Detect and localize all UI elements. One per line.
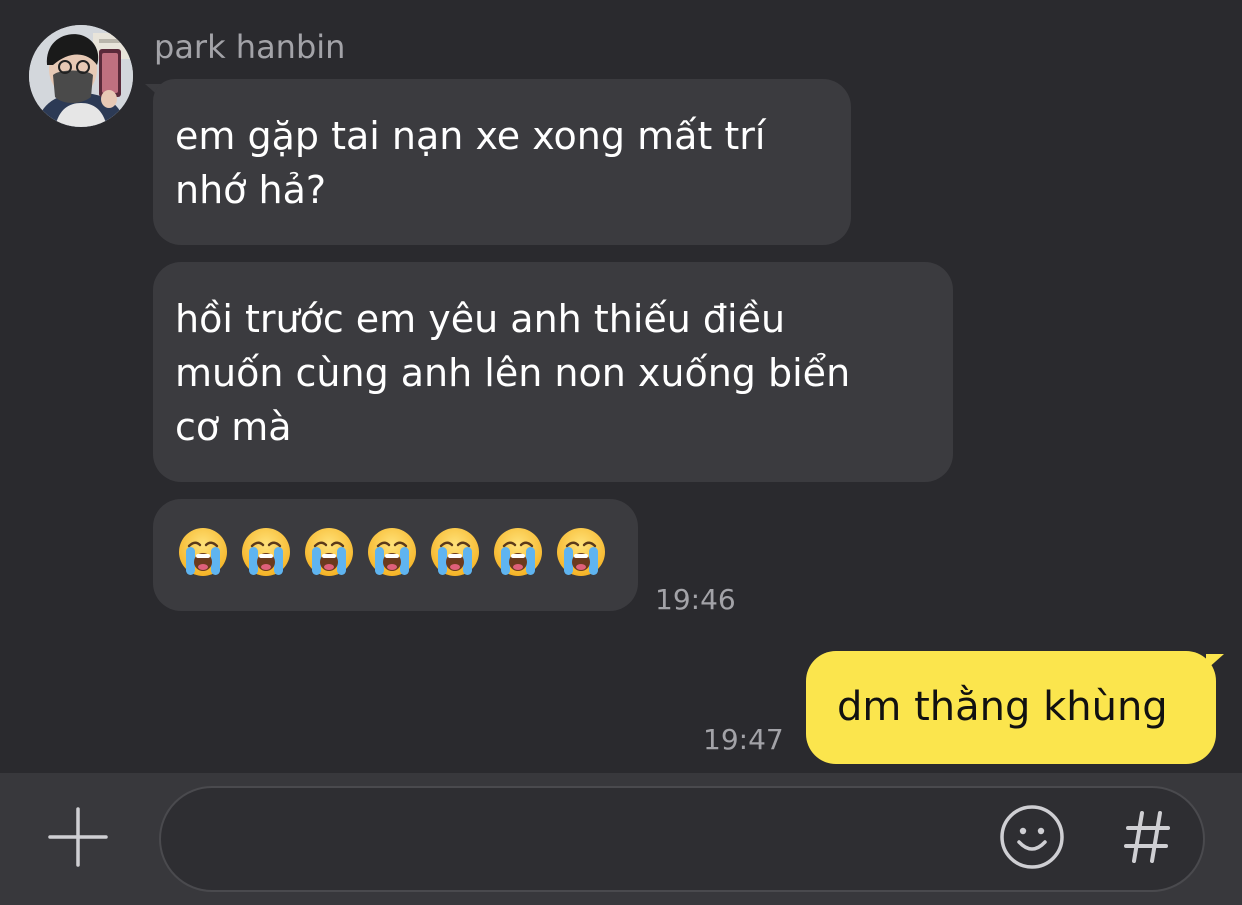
emoji-button[interactable] [999,804,1065,870]
sender-name: park hanbin [154,28,346,66]
avatar-photo [29,25,133,127]
smiley-icon [1000,805,1064,869]
outgoing-message-bubble[interactable]: dm thằng khùng [806,651,1216,764]
message-timestamp: 19:47 [703,723,784,756]
hashtag-button[interactable] [1124,810,1170,864]
incoming-message-bubble[interactable]: hồi trước em yêu anh thiếu điều muốn cùn… [153,262,953,482]
message-text-line: hồi trước em yêu anh thiếu điều [175,297,786,341]
message-text-line: em gặp tai nạn xe xong mất trí [175,114,766,158]
message-input[interactable] [191,808,995,872]
message-text-line: nhớ hả? [175,168,327,212]
loudly-crying-face-icon [557,528,605,576]
message-text-line: muốn cùng anh lên non xuống biển [175,351,851,395]
message-timestamp: 19:46 [655,583,736,616]
loudly-crying-face-icon [494,528,542,576]
hashtag-icon [1124,811,1170,863]
loudly-crying-face-icon [305,528,353,576]
emoji-row [177,526,607,578]
chat-area: park hanbin em gặp tai nạn xe xong mất t… [0,0,1242,773]
message-text-line: cơ mà [175,405,292,449]
loudly-crying-face-icon [242,528,290,576]
avatar[interactable] [29,25,133,127]
plus-icon [48,807,108,867]
loudly-crying-face-icon [179,528,227,576]
loudly-crying-face-icon [431,528,479,576]
loudly-crying-face-icon [368,528,416,576]
incoming-message-bubble[interactable]: em gặp tai nạn xe xong mất trí nhớ hả? [153,79,851,245]
message-text: dm thằng khùng [837,684,1168,730]
incoming-emoji-bubble[interactable] [153,499,638,611]
plus-button[interactable] [48,807,108,867]
